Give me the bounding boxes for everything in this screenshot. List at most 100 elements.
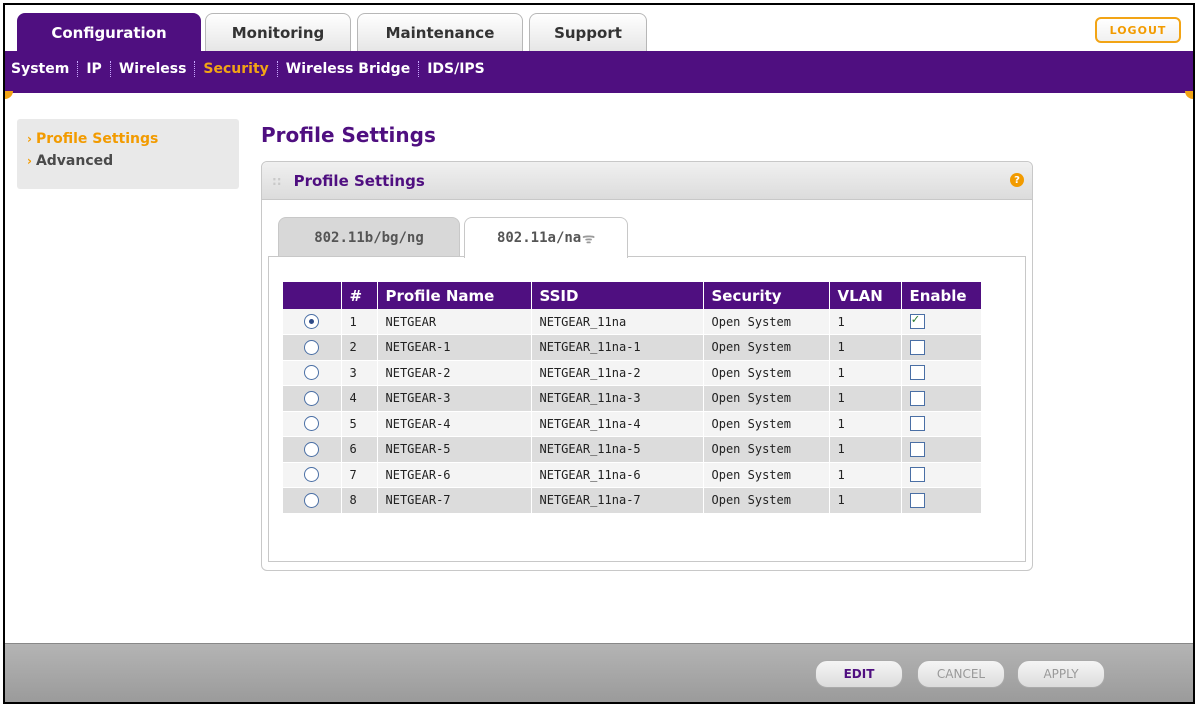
logout-button[interactable]: LOGOUT xyxy=(1095,17,1181,43)
col-header-profile-name: Profile Name xyxy=(377,282,532,309)
subnav-ids-ips[interactable]: IDS/IPS xyxy=(427,61,485,77)
table-row[interactable]: 2 NETGEAR-1 NETGEAR_11na-1 Open System 1 xyxy=(283,334,982,361)
vlan-cell: 1 xyxy=(829,309,902,335)
subnav-divider xyxy=(194,61,196,77)
enable-checkbox[interactable] xyxy=(909,492,925,508)
subnav-security[interactable]: Security xyxy=(203,61,268,77)
enable-cell xyxy=(901,411,982,437)
edit-button[interactable]: EDIT xyxy=(815,660,903,688)
col-header-vlan: VLAN xyxy=(829,282,902,309)
profile-name-cell: NETGEAR-5 xyxy=(377,436,532,463)
decorative-corner xyxy=(5,91,13,99)
panel-header: :: Profile Settings ? xyxy=(262,162,1032,200)
profile-name-cell: NETGEAR-1 xyxy=(377,334,532,361)
security-cell: Open System xyxy=(703,411,830,437)
ssid-cell: NETGEAR_11na-5 xyxy=(531,436,704,463)
enable-checkbox[interactable] xyxy=(909,390,925,406)
enable-cell xyxy=(901,487,982,514)
enable-checkbox[interactable] xyxy=(909,441,925,457)
table-row[interactable]: 5 NETGEAR-4 NETGEAR_11na-4 Open System 1 xyxy=(283,411,982,437)
sidemenu-label: Profile Settings xyxy=(35,131,159,147)
subnav-system[interactable]: System xyxy=(11,61,69,77)
select-profile-radio[interactable] xyxy=(304,339,320,355)
select-cell xyxy=(283,436,342,463)
security-cell: Open System xyxy=(703,334,830,361)
enable-cell xyxy=(901,436,982,463)
subnav-wireless[interactable]: Wireless xyxy=(119,61,187,77)
profile-name-cell: NETGEAR-4 xyxy=(377,411,532,437)
row-number: 4 xyxy=(341,385,378,412)
sub-navigation: System IP Wireless Security Wireless Bri… xyxy=(5,51,1193,99)
side-menu: › Profile Settings › Advanced xyxy=(17,119,239,189)
vlan-cell: 1 xyxy=(829,411,902,437)
sidemenu-item-profile-settings[interactable]: › Profile Settings xyxy=(27,131,229,147)
select-profile-radio[interactable] xyxy=(304,390,320,406)
subnav-wireless-bridge[interactable]: Wireless Bridge xyxy=(286,61,410,77)
vlan-cell: 1 xyxy=(829,334,902,361)
table-row[interactable]: 1 NETGEAR NETGEAR_11na Open System 1 xyxy=(283,309,982,335)
app-window: Configuration Monitoring Maintenance Sup… xyxy=(3,3,1195,704)
profiles-table: # Profile Name SSID Security VLAN Enable… xyxy=(283,282,982,514)
select-profile-radio[interactable] xyxy=(304,314,320,329)
apply-button[interactable]: APPLY xyxy=(1017,660,1105,688)
vlan-cell: 1 xyxy=(829,487,902,514)
col-header-ssid: SSID xyxy=(531,282,704,309)
wifi-icon: ᯤ xyxy=(582,230,596,247)
enable-checkbox[interactable] xyxy=(909,339,925,355)
subnav-ip[interactable]: IP xyxy=(86,61,101,77)
ssid-cell: NETGEAR_11na-6 xyxy=(531,462,704,488)
enable-cell xyxy=(901,462,982,488)
profile-name-cell: NETGEAR-2 xyxy=(377,360,532,386)
enable-cell xyxy=(901,334,982,361)
select-profile-radio[interactable] xyxy=(304,416,320,432)
help-icon[interactable]: ? xyxy=(1010,173,1024,187)
tab-support[interactable]: Support xyxy=(529,13,647,51)
select-profile-radio[interactable] xyxy=(304,467,320,483)
enable-cell xyxy=(901,360,982,386)
table-row[interactable]: 3 NETGEAR-2 NETGEAR_11na-2 Open System 1 xyxy=(283,360,982,386)
table-row[interactable]: 7 NETGEAR-6 NETGEAR_11na-6 Open System 1 xyxy=(283,462,982,488)
chevron-right-icon: › xyxy=(27,132,32,146)
select-cell xyxy=(283,487,342,514)
enable-cell xyxy=(901,309,982,335)
select-cell xyxy=(283,334,342,361)
table-row[interactable]: 8 NETGEAR-7 NETGEAR_11na-7 Open System 1 xyxy=(283,487,982,514)
security-cell: Open System xyxy=(703,360,830,386)
ssid-cell: NETGEAR_11na-1 xyxy=(531,334,704,361)
sidemenu-item-advanced[interactable]: › Advanced xyxy=(27,153,229,169)
ssid-cell: NETGEAR_11na xyxy=(531,309,704,335)
table-header-row: # Profile Name SSID Security VLAN Enable xyxy=(283,282,982,309)
table-row[interactable]: 6 NETGEAR-5 NETGEAR_11na-5 Open System 1 xyxy=(283,436,982,463)
ssid-cell: NETGEAR_11na-7 xyxy=(531,487,704,514)
col-header-enable: Enable xyxy=(901,282,982,309)
col-header-security: Security xyxy=(703,282,830,309)
row-number: 3 xyxy=(341,360,378,386)
profile-name-cell: NETGEAR-3 xyxy=(377,385,532,412)
decorative-corner xyxy=(1185,91,1193,99)
enable-checkbox[interactable] xyxy=(909,312,925,329)
tab-802-11a-na[interactable]: 802.11a/na ᯤ xyxy=(464,217,628,258)
vlan-cell: 1 xyxy=(829,462,902,488)
page-title: Profile Settings xyxy=(261,123,436,147)
tab-802-11b-bg-ng[interactable]: 802.11b/bg/ng xyxy=(278,217,460,257)
top-tab-bar: Configuration Monitoring Maintenance Sup… xyxy=(5,5,1193,51)
cancel-button[interactable]: CANCEL xyxy=(917,660,1005,688)
select-profile-radio[interactable] xyxy=(304,441,320,457)
enable-checkbox[interactable] xyxy=(909,365,925,381)
select-profile-radio[interactable] xyxy=(304,365,320,381)
profile-name-cell: NETGEAR-7 xyxy=(377,487,532,514)
subnav-divider xyxy=(77,61,79,77)
enable-checkbox[interactable] xyxy=(909,416,925,432)
table-row[interactable]: 4 NETGEAR-3 NETGEAR_11na-3 Open System 1 xyxy=(283,385,982,412)
subnav-divider xyxy=(109,61,111,77)
sidemenu-label: Advanced xyxy=(35,153,114,169)
select-profile-radio[interactable] xyxy=(304,492,320,508)
row-number: 8 xyxy=(341,487,378,514)
enable-checkbox[interactable] xyxy=(909,467,925,483)
tab-monitoring[interactable]: Monitoring xyxy=(205,13,351,51)
tab-configuration[interactable]: Configuration xyxy=(17,13,201,51)
profile-settings-panel: :: Profile Settings ? 802.11b/bg/ng 802.… xyxy=(261,161,1033,571)
profile-name-cell: NETGEAR xyxy=(377,309,532,335)
tab-maintenance[interactable]: Maintenance xyxy=(357,13,523,51)
select-cell xyxy=(283,360,342,386)
